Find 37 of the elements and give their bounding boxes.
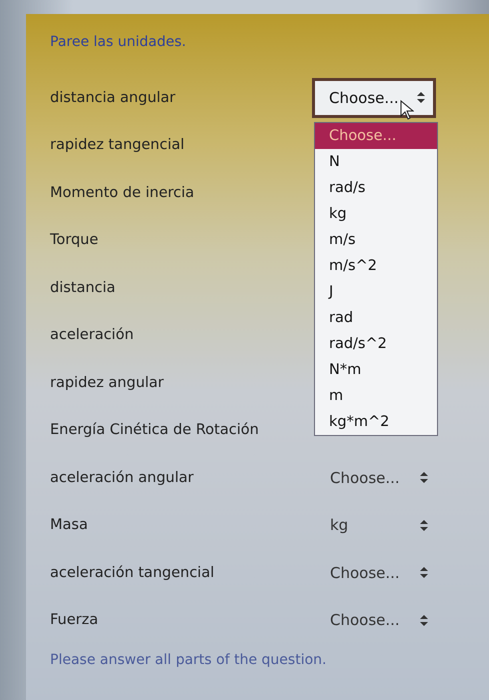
term-label: distancia angular — [50, 90, 176, 106]
term-label: Fuerza — [50, 612, 100, 628]
updown-arrows-icon — [420, 520, 428, 531]
term-label: Masa — [50, 517, 89, 534]
term-label: distancia — [50, 280, 116, 296]
unit-select[interactable]: Choose... — [312, 78, 436, 118]
dropdown-option[interactable]: Choose... — [315, 122, 437, 149]
term-label: Energía Cinética de Rotación — [50, 422, 260, 438]
validation-message: Please answer all parts of the question. — [50, 652, 328, 668]
updown-arrows-icon — [420, 472, 428, 484]
term-label: aceleración — [50, 327, 135, 344]
term-label: aceleración angular — [50, 470, 195, 486]
term-label: aceleración tangencial — [50, 564, 216, 581]
dropdown-option[interactable]: N — [315, 148, 437, 175]
term-label: Momento de inercia — [50, 184, 196, 201]
unit-select[interactable]: Choose... — [312, 605, 436, 636]
term-label: rapidez angular — [50, 374, 165, 391]
dropdown-option[interactable]: J — [315, 278, 437, 305]
term-label: rapidez tangencial — [50, 137, 186, 154]
dropdown-option[interactable]: rad/s^2 — [315, 330, 437, 357]
dropdown-option[interactable]: N*m — [315, 356, 437, 383]
updown-arrows-icon — [420, 614, 428, 626]
dropdown-option[interactable]: rad/s — [315, 174, 437, 201]
unit-select[interactable]: Choose... — [312, 558, 436, 588]
updown-arrows-icon — [420, 567, 428, 578]
instruction-text: Paree las unidades. — [50, 34, 188, 52]
dropdown-option[interactable]: m — [315, 382, 437, 409]
dropdown-option[interactable]: rad — [315, 304, 437, 331]
dropdown-option[interactable]: kg — [315, 200, 437, 227]
updown-arrows-icon — [417, 92, 425, 104]
dropdown-option[interactable]: m/s^2 — [315, 252, 437, 279]
unit-select[interactable]: Choose... — [312, 462, 436, 493]
unit-select[interactable]: kg — [312, 510, 436, 540]
dropdown-option[interactable]: kg*m^2 — [315, 408, 437, 435]
dropdown-option[interactable]: m/s — [315, 226, 437, 253]
cursor-icon — [400, 100, 414, 120]
term-label: Torque — [50, 232, 100, 248]
